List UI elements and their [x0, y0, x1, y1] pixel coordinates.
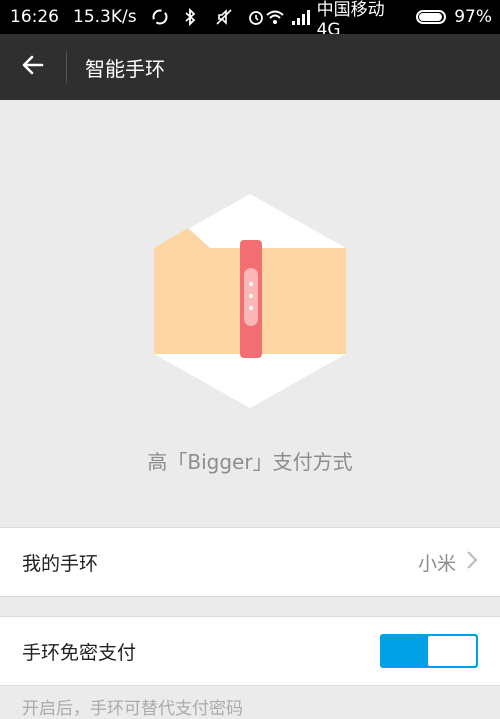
- my-band-row[interactable]: 我的手环 小米: [0, 527, 500, 597]
- band-payment-row: 手环免密支付: [0, 616, 500, 686]
- sync-icon: [151, 8, 169, 26]
- tracker-dot-1: [249, 282, 253, 286]
- my-band-value: 小米: [417, 552, 456, 575]
- status-battery-percent: 97%: [454, 7, 492, 27]
- signal-icon: [291, 8, 310, 26]
- hero-caption: 高「Bigger」支付方式: [147, 450, 353, 474]
- app-bar-divider: [66, 51, 67, 83]
- status-bar: 16:26 15.3K/s 中国移动 4G 97%: [0, 0, 500, 40]
- hero-banner: 高「Bigger」支付方式: [0, 100, 500, 526]
- tracker-dot-3: [249, 306, 253, 310]
- back-button[interactable]: [0, 34, 66, 100]
- battery-icon: [415, 10, 447, 24]
- band-payment-toggle[interactable]: [380, 634, 478, 668]
- my-band-value-group: 小米: [418, 549, 478, 576]
- band-payment-hint: 开启后，手环可替代支付密码: [22, 699, 243, 719]
- wifi-icon: [265, 8, 284, 26]
- alarm-icon: [247, 8, 265, 26]
- arrow-left-icon: [20, 52, 46, 82]
- chevron-right-icon: [466, 550, 478, 575]
- toggle-knob: [428, 636, 476, 666]
- page-title: 智能手环: [85, 56, 165, 81]
- app-bar: 智能手环: [0, 34, 500, 100]
- status-network-speed: 15.3K/s: [73, 7, 137, 27]
- my-band-label: 我的手环: [22, 552, 99, 575]
- mute-icon: [215, 8, 233, 26]
- bluetooth-icon: [183, 7, 201, 27]
- band-illustration: [154, 194, 346, 408]
- tracker-dot-2: [249, 294, 253, 298]
- band-payment-label: 手环免密支付: [22, 641, 137, 664]
- status-time: 16:26: [10, 7, 59, 27]
